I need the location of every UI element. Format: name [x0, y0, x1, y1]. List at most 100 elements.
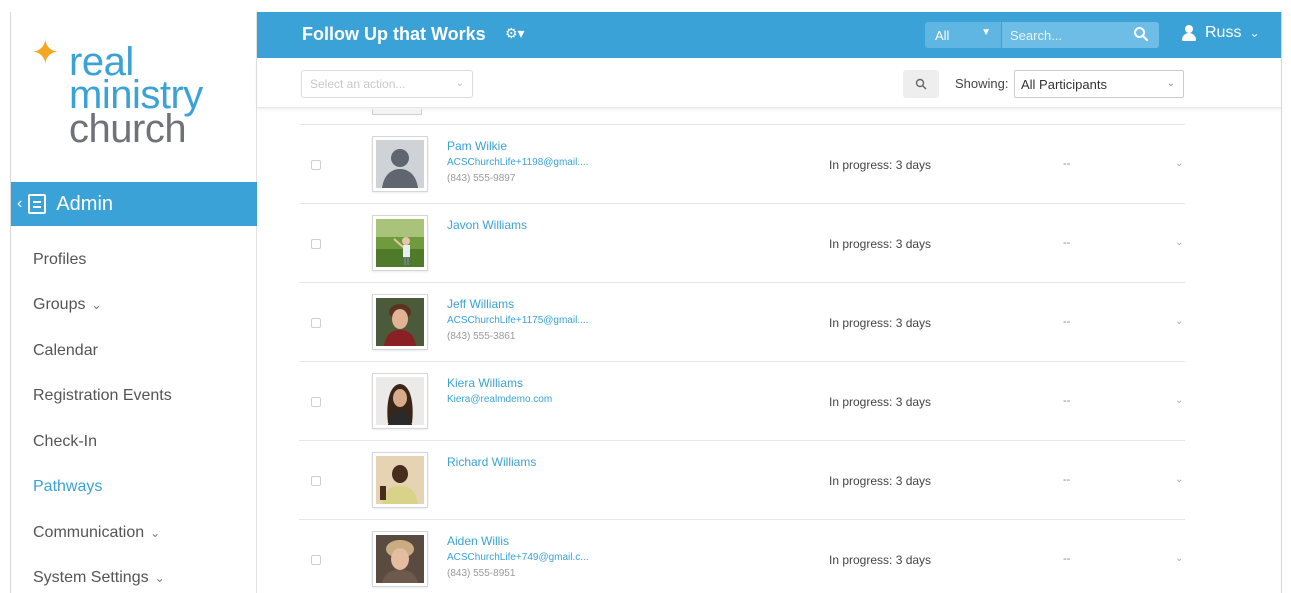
avatar[interactable]: [372, 136, 428, 192]
participant-email-link[interactable]: ACSChurchLife+749@gmail.c...: [447, 552, 589, 563]
search-input[interactable]: [1010, 26, 1120, 44]
bulk-action-select[interactable]: Select an action... ⌄: [301, 70, 473, 98]
participant-phone: (843) 555-3861: [447, 331, 516, 342]
sidebar: ✦ real ministry church ‹ Admin Profiles …: [11, 12, 257, 593]
row-checkbox[interactable]: [311, 397, 321, 407]
row-checkbox[interactable]: [311, 476, 321, 486]
status-text: In progress: 3 days: [829, 474, 932, 488]
avatar[interactable]: [372, 373, 428, 429]
showing-filter-select[interactable]: All Participants ⌄: [1014, 70, 1184, 98]
due-value: --: [1063, 158, 1071, 170]
church-logo[interactable]: ✦ real ministry church: [31, 32, 241, 172]
chevron-down-icon: ⌄: [150, 525, 161, 540]
user-name: Russ: [1205, 24, 1242, 41]
gear-icon[interactable]: ⚙▾: [505, 25, 525, 42]
status-text: In progress: 3 days: [829, 158, 932, 172]
sidebar-item-communication[interactable]: Communication ⌄: [11, 510, 257, 556]
caret-down-icon: ▼: [981, 27, 991, 38]
chevron-down-icon: ⌄: [1166, 78, 1175, 89]
participant-name-link[interactable]: Kiera Williams: [447, 376, 523, 390]
sidebar-item-label: Calendar: [33, 341, 98, 359]
sidebar-item-profiles[interactable]: Profiles: [11, 237, 257, 283]
participant-name-link[interactable]: Richard Williams: [447, 455, 536, 469]
sidebar-item-registration-events[interactable]: Registration Events: [11, 374, 257, 420]
sidebar-item-label: Check-In: [33, 432, 98, 450]
status-text: In progress: 3 days: [829, 395, 932, 409]
chevron-down-icon[interactable]: ⌄: [1175, 553, 1183, 564]
photo-young-woman: [376, 377, 424, 425]
photo-smiling-man: [376, 456, 424, 504]
list-item-partial: [299, 109, 1185, 125]
sidebar-item-label: Profiles: [33, 250, 87, 268]
app-frame: ✦ real ministry church ‹ Admin Profiles …: [10, 12, 1282, 593]
chevron-down-icon: ⌄: [91, 298, 102, 313]
user-icon: [1181, 25, 1197, 41]
avatar[interactable]: [372, 452, 428, 508]
participant-phone: (843) 555-9897: [447, 173, 516, 184]
list-toolbar: Select an action... ⌄ Showing: All Parti…: [257, 58, 1281, 108]
admin-section-header[interactable]: ‹ Admin: [11, 182, 257, 226]
participant-name-link[interactable]: Pam Wilkie: [447, 139, 507, 153]
photo-child-outdoors: [376, 219, 424, 267]
status-text: In progress: 3 days: [829, 316, 932, 330]
photo-young-man: [376, 298, 424, 346]
search-icon[interactable]: [1133, 26, 1149, 42]
clipboard-icon: [28, 194, 47, 214]
sidebar-item-label: Pathways: [33, 478, 103, 496]
due-value: --: [1063, 237, 1071, 249]
chevron-down-icon: ⌄: [455, 78, 464, 89]
avatar[interactable]: [372, 294, 428, 350]
participant-email-link[interactable]: ACSChurchLife+1175@gmail....: [447, 315, 588, 326]
sidebar-nav: Profiles Groups ⌄ Calendar Registration …: [11, 237, 257, 593]
sidebar-item-label: System Settings: [33, 569, 149, 587]
showing-label: Showing:: [955, 76, 1009, 91]
row-checkbox[interactable]: [311, 555, 321, 565]
sidebar-item-pathways[interactable]: Pathways: [11, 465, 257, 511]
default-avatar-icon: [376, 140, 424, 188]
participant-name-link[interactable]: Jeff Williams: [447, 297, 514, 311]
search-scope-value: All: [935, 27, 950, 43]
list-item: Jeff Williams ACSChurchLife+1175@gmail..…: [299, 283, 1185, 362]
chevron-down-icon[interactable]: ⌄: [1175, 316, 1183, 327]
page-title: Follow Up that Works: [302, 24, 486, 44]
admin-label: Admin: [56, 192, 114, 215]
chevron-down-icon: ⌄: [154, 571, 165, 586]
avatar[interactable]: [372, 215, 428, 271]
chevron-down-icon[interactable]: ⌄: [1175, 158, 1183, 169]
star-icon: ✦: [31, 34, 60, 72]
sidebar-item-label: Communication: [33, 523, 145, 541]
avatar: [372, 109, 422, 115]
row-checkbox[interactable]: [311, 160, 321, 170]
participant-name-link[interactable]: Javon Williams: [447, 218, 527, 232]
due-value: --: [1063, 395, 1071, 407]
row-checkbox[interactable]: [311, 239, 321, 249]
search-scope-select[interactable]: All ▼: [925, 22, 1001, 48]
avatar[interactable]: [372, 531, 428, 587]
search-filter-button[interactable]: [903, 70, 939, 98]
sidebar-item-check-in[interactable]: Check-In: [11, 419, 257, 465]
chevron-down-icon[interactable]: ⌄: [1175, 237, 1183, 248]
participant-email-link[interactable]: ACSChurchLife+1198@gmail....: [447, 157, 588, 168]
search-icon: [915, 78, 927, 90]
top-bar: Follow Up that Works ⚙▾ All ▼ Russ ⌄: [257, 12, 1281, 58]
chevron-down-icon[interactable]: ⌄: [1175, 395, 1183, 406]
participant-email-link[interactable]: Kiera@realmdemo.com: [447, 394, 552, 405]
sidebar-item-label: Registration Events: [33, 387, 172, 405]
sidebar-item-calendar[interactable]: Calendar: [11, 328, 257, 374]
row-checkbox[interactable]: [311, 318, 321, 328]
chevron-left-icon[interactable]: ‹: [17, 195, 22, 213]
sidebar-item-label: Groups: [33, 296, 86, 314]
sidebar-item-groups[interactable]: Groups ⌄: [11, 283, 257, 329]
sidebar-item-system-settings[interactable]: System Settings ⌄: [11, 556, 257, 593]
list-item: Javon Williams In progress: 3 days -- ⌄: [299, 204, 1185, 283]
showing-filter-value: All Participants: [1021, 76, 1107, 92]
list-item: Kiera Williams Kiera@realmdemo.com In pr…: [299, 362, 1185, 441]
chevron-down-icon[interactable]: ⌄: [1175, 474, 1183, 485]
status-text: In progress: 3 days: [829, 237, 932, 251]
participant-name-link[interactable]: Aiden Willis: [447, 534, 509, 548]
logo-word-church: church: [69, 107, 187, 151]
due-value: --: [1063, 316, 1071, 328]
user-menu[interactable]: Russ ⌄: [1181, 24, 1260, 42]
list-item: Richard Williams In progress: 3 days -- …: [299, 441, 1185, 520]
search-box: [1002, 22, 1159, 48]
